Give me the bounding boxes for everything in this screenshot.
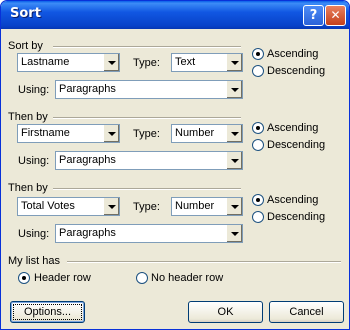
then-by-2-type-combo[interactable]: Number — [171, 197, 243, 216]
sort-by-type-label: Type: — [133, 57, 160, 69]
chevron-down-icon[interactable] — [226, 198, 242, 215]
sort-by-field-value: Lastname — [21, 56, 70, 68]
sort-dialog: Sort ? ✕ Sort by Lastname Type: Text Usi… — [0, 0, 350, 330]
chevron-down-icon[interactable] — [226, 81, 242, 98]
sort-by-type-combo[interactable]: Text — [171, 53, 243, 72]
then-by-1-descending-label[interactable]: Descending — [267, 138, 325, 152]
chevron-down-icon[interactable] — [226, 125, 242, 142]
sort-by-ascending-label[interactable]: Ascending — [267, 47, 318, 61]
then-by-2-using-label: Using: — [18, 228, 50, 240]
then-by-1-type-label: Type: — [133, 128, 160, 140]
no-header-row-radio[interactable] — [136, 272, 148, 284]
then-by-2-using-value: Paragraphs — [59, 227, 116, 239]
sort-by-descending-radio[interactable] — [252, 65, 264, 77]
then-by-2-label: Then by — [8, 182, 48, 194]
then-by-1-using-label: Using: — [18, 155, 50, 167]
then-by-1-separator — [53, 117, 241, 119]
then-by-2-type-value: Number — [175, 200, 215, 212]
sort-by-type-value: Text — [175, 56, 196, 68]
then-by-2-using-combo[interactable]: Paragraphs — [55, 224, 243, 243]
then-by-1-descending-radio[interactable] — [252, 139, 264, 151]
then-by-2-descending-radio[interactable] — [252, 211, 264, 223]
chevron-down-icon[interactable] — [226, 54, 242, 71]
then-by-2-field-combo[interactable]: Total Votes — [17, 197, 120, 216]
chevron-down-icon[interactable] — [226, 225, 242, 242]
chevron-down-icon[interactable] — [103, 54, 119, 71]
then-by-1-label: Then by — [8, 111, 48, 123]
close-icon[interactable]: ✕ — [325, 5, 346, 26]
sort-by-separator — [53, 46, 241, 48]
then-by-2-ascending-label[interactable]: Ascending — [267, 193, 318, 207]
sort-by-descending-label[interactable]: Descending — [267, 64, 325, 78]
title-bar[interactable]: Sort ? ✕ — [1, 1, 349, 29]
then-by-1-using-value: Paragraphs — [59, 154, 116, 166]
sort-by-using-value: Paragraphs — [59, 83, 116, 95]
no-header-row-label[interactable]: No header row — [151, 271, 223, 285]
then-by-2-field-value: Total Votes — [21, 200, 75, 212]
chevron-down-icon[interactable] — [226, 152, 242, 169]
sort-by-field-combo[interactable]: Lastname — [17, 53, 120, 72]
list-has-separator — [67, 261, 341, 263]
then-by-1-ascending-radio[interactable] — [252, 122, 264, 134]
help-icon[interactable]: ? — [303, 5, 324, 26]
ok-button[interactable]: OK — [188, 301, 263, 323]
sort-by-label: Sort by — [8, 40, 43, 52]
chevron-down-icon[interactable] — [103, 125, 119, 142]
then-by-2-separator — [53, 188, 241, 190]
then-by-1-field-value: Firstname — [21, 127, 70, 139]
then-by-1-ascending-label[interactable]: Ascending — [267, 121, 318, 135]
header-row-radio[interactable] — [18, 272, 30, 284]
then-by-2-descending-label[interactable]: Descending — [267, 210, 325, 224]
dialog-title: Sort — [10, 6, 41, 21]
then-by-1-using-combo[interactable]: Paragraphs — [55, 151, 243, 170]
then-by-1-type-combo[interactable]: Number — [171, 124, 243, 143]
sort-by-ascending-radio[interactable] — [252, 48, 264, 60]
list-has-label: My list has — [8, 255, 60, 267]
then-by-2-type-label: Type: — [133, 201, 160, 213]
sort-by-using-combo[interactable]: Paragraphs — [55, 80, 243, 99]
chevron-down-icon[interactable] — [103, 198, 119, 215]
sort-by-using-label: Using: — [18, 84, 50, 96]
then-by-1-type-value: Number — [175, 127, 215, 139]
then-by-2-ascending-radio[interactable] — [252, 194, 264, 206]
options-button[interactable]: Options... — [10, 301, 85, 323]
dialog-body: Sort by Lastname Type: Text Using: Parag… — [1, 29, 349, 329]
then-by-1-field-combo[interactable]: Firstname — [17, 124, 120, 143]
header-row-label[interactable]: Header row — [34, 271, 91, 285]
cancel-button[interactable]: Cancel — [269, 301, 344, 323]
